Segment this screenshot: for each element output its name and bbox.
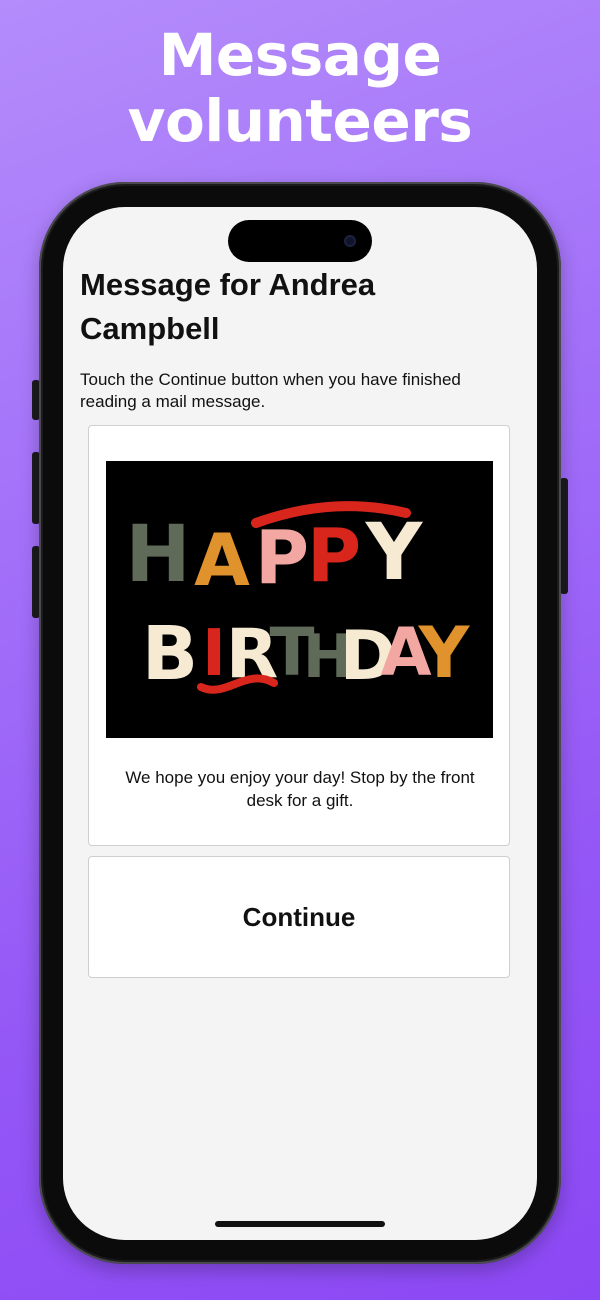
letter-b: B — [142, 611, 198, 697]
headline-line-1: Message — [158, 21, 442, 89]
message-body: We hope you enjoy your day! Stop by the … — [125, 768, 475, 810]
letter-a: A — [194, 518, 250, 602]
promo-headline: Message volunteers — [0, 22, 600, 154]
power-button — [560, 478, 568, 594]
letter-y: Y — [365, 508, 424, 598]
dynamic-island — [228, 220, 372, 262]
phone-screen: Message for Andrea Campbell Touch the Co… — [63, 207, 537, 1240]
letter-i: I — [202, 617, 226, 691]
continue-button[interactable]: Continue — [88, 856, 510, 978]
letter-p1: P — [255, 515, 309, 601]
page-title: Message for Andrea Campbell — [80, 267, 376, 346]
letter-h: H — [125, 510, 190, 600]
front-camera-icon — [344, 235, 356, 247]
instructions-text: Touch the Continue button when you have … — [80, 370, 461, 411]
message-card: H A P P Y B I R T H D A Y We hope you en… — [88, 425, 510, 846]
letter-p2: P — [307, 513, 361, 599]
home-indicator[interactable] — [215, 1221, 385, 1227]
letter-y2: Y — [418, 612, 471, 694]
birthday-card-image: H A P P Y B I R T H D A Y — [106, 461, 493, 738]
headline-line-2: volunteers — [127, 87, 473, 155]
